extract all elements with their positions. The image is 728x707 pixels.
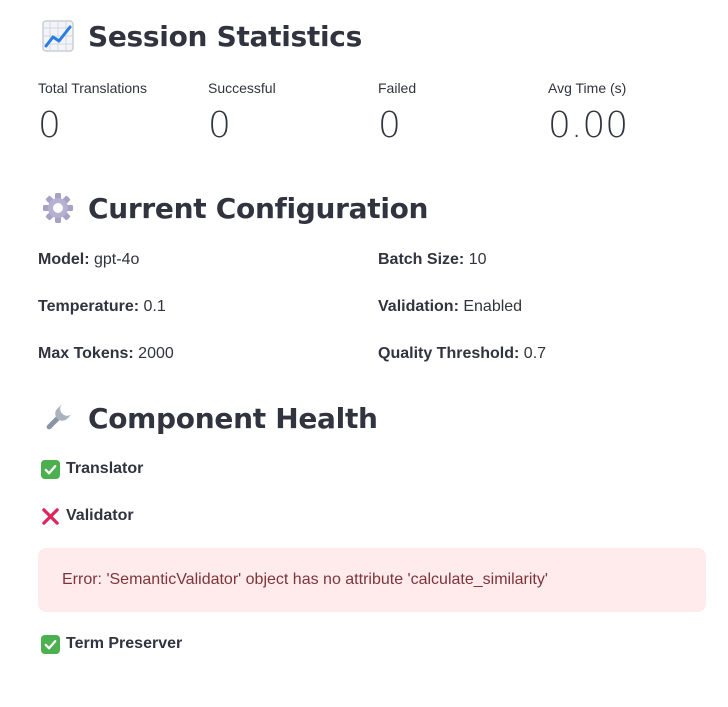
configuration-grid: Model: gpt-4o Batch Size: 10 Temperature… [38,248,718,389]
config-row: Temperature: 0.1 Validation: Enabled [38,295,718,342]
health-item-term-preserver: Term Preserver [40,634,182,654]
config-key: Model: [38,251,90,268]
session-statistics-heading: Session Statistics [40,18,362,54]
metric-value: 0 [208,105,231,146]
error-alert: Error: 'SemanticValidator' object has no… [38,548,706,612]
metric-successful: Successful 0 [208,78,378,146]
metric-value: 0.00 [548,105,629,146]
health-item-translator: Translator [40,459,143,479]
component-health-heading: Component Health [40,400,378,436]
metric-failed: Failed 0 [378,78,548,146]
current-configuration-heading: Current Configuration [40,190,428,226]
metric-value: 0 [378,105,401,146]
config-temperature: Temperature: 0.1 [38,295,378,342]
check-mark-icon [40,634,60,654]
chart-increasing-icon [40,18,76,54]
config-model: Model: gpt-4o [38,248,378,295]
config-quality-threshold: Quality Threshold: 0.7 [378,342,718,389]
cross-mark-icon [40,506,60,526]
config-validation: Validation: Enabled [378,295,718,342]
metric-label: Avg Time (s) [548,80,627,96]
check-mark-icon [40,459,60,479]
config-key: Validation: [378,298,459,315]
section-title: Session Statistics [88,19,362,53]
config-value: 2000 [133,345,174,362]
config-value: 0.7 [519,345,547,362]
config-max-tokens: Max Tokens: 2000 [38,342,378,389]
config-key: Batch Size: [378,251,465,268]
metric-label: Successful [208,80,276,96]
config-value: 0.1 [139,298,166,315]
error-message: Error: 'SemanticValidator' object has no… [62,571,548,588]
metric-label: Failed [378,80,417,96]
config-row: Model: gpt-4o Batch Size: 10 [38,248,718,295]
metric-label: Total Translations [38,80,147,96]
section-title: Component Health [88,401,378,435]
gear-icon [40,190,76,226]
health-item-validator: Validator [40,506,134,526]
config-row: Max Tokens: 2000 Quality Threshold: 0.7 [38,342,718,389]
config-value: 10 [464,251,487,268]
config-key: Quality Threshold: [378,345,520,362]
config-value: Enabled [458,298,523,315]
session-metrics: Total Translations 0 Successful 0 Failed… [38,78,718,146]
config-value: gpt-4o [89,251,140,268]
section-title: Current Configuration [88,191,429,225]
health-item-label: Term Preserver [66,635,183,652]
health-item-label: Validator [66,507,134,524]
metric-value: 0 [38,105,61,146]
health-item-label: Translator [66,460,144,477]
metric-avg-time: Avg Time (s) 0.00 [548,78,718,146]
config-key: Temperature: [38,298,140,315]
config-batch-size: Batch Size: 10 [378,248,718,295]
config-key: Max Tokens: [38,345,134,362]
metric-total-translations: Total Translations 0 [38,78,208,146]
wrench-icon [40,400,76,436]
